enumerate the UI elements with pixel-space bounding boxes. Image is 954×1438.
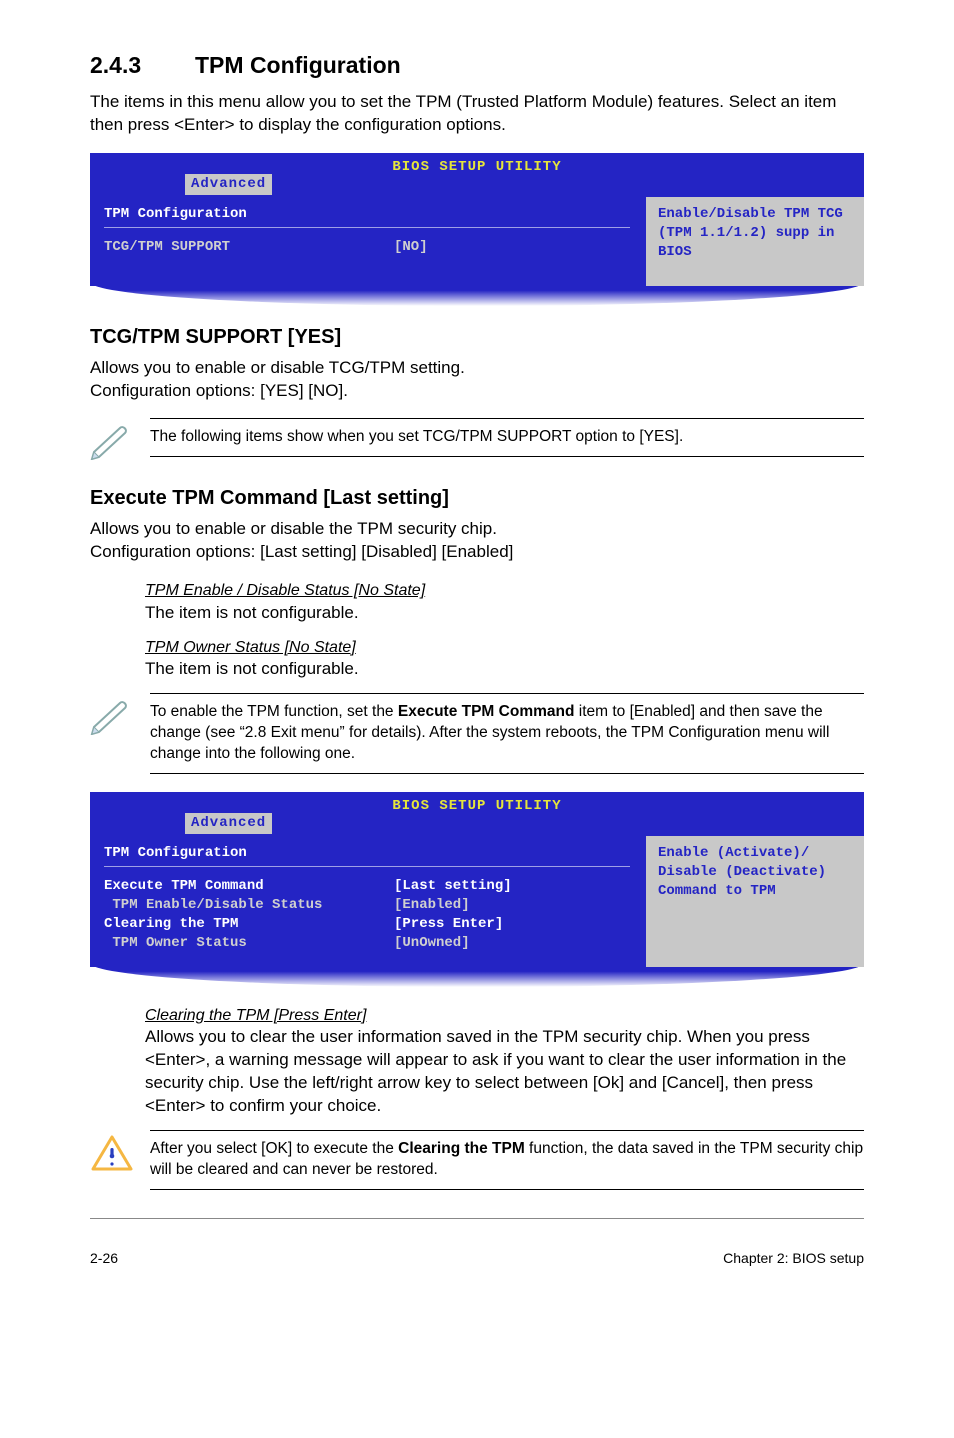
sub1-title: TPM Enable / Disable Status [No State]	[145, 580, 864, 602]
tcg-line2: Configuration options: [YES] [NO].	[90, 380, 864, 403]
page-footer: 2-26 Chapter 2: BIOS setup	[90, 1243, 864, 1268]
section-number: 2.4.3	[90, 50, 195, 81]
tcg-heading: TCG/TPM SUPPORT [YES]	[90, 324, 864, 351]
divider	[104, 227, 630, 228]
bios-body: TPM Configuration TCG/TPM SUPPORT [NO] E…	[90, 197, 864, 286]
exec-line1: Allows you to enable or disable the TPM …	[90, 518, 864, 541]
bios-item-label: Clearing the TPM	[104, 915, 394, 934]
bios-row: TCG/TPM SUPPORT [NO]	[104, 238, 630, 257]
tcg-line1: Allows you to enable or disable TCG/TPM …	[90, 357, 864, 380]
bios-item-value: [Press Enter]	[394, 915, 503, 934]
bios-row: TPM Owner Status [UnOwned]	[104, 934, 630, 953]
pencil-icon	[90, 418, 150, 467]
sub2-body: The item is not configurable.	[145, 658, 864, 681]
bios-panel-2: BIOS SETUP UTILITY Advanced TPM Configur…	[90, 792, 864, 986]
clearing-title: Clearing the TPM [Press Enter]	[145, 1005, 864, 1027]
bios-item-label: TPM Enable/Disable Status	[104, 896, 394, 915]
sub2-title: TPM Owner Status [No State]	[145, 637, 864, 659]
clearing-body: Allows you to clear the user information…	[145, 1026, 864, 1118]
pencil-icon	[90, 693, 150, 742]
bios-panel-1: BIOS SETUP UTILITY Advanced TPM Configur…	[90, 153, 864, 306]
clearing-block: Clearing the TPM [Press Enter] Allows yo…	[145, 1005, 864, 1118]
bios-left-pane: TPM Configuration TCG/TPM SUPPORT [NO]	[90, 197, 644, 286]
section-title-text: TPM Configuration	[195, 52, 401, 78]
note-text: The following items show when you set TC…	[150, 418, 864, 457]
bios-left-pane: TPM Configuration Execute TPM Command [L…	[90, 836, 644, 966]
bios-header: BIOS SETUP UTILITY Advanced	[90, 153, 864, 197]
intro-text: The items in this menu allow you to set …	[90, 91, 864, 137]
note-box-1: The following items show when you set TC…	[90, 418, 864, 467]
bios-item-label: TPM Owner Status	[104, 934, 394, 953]
bios-item-value: [Last setting]	[394, 877, 512, 896]
bios-item-label: TCG/TPM SUPPORT	[104, 238, 394, 257]
note-box-3: After you select [OK] to execute the Cle…	[90, 1130, 864, 1190]
bios-row: Execute TPM Command [Last setting]	[104, 877, 630, 896]
page-number: 2-26	[90, 1249, 118, 1268]
note3-bold: Clearing the TPM	[398, 1140, 525, 1157]
bios-config-title: TPM Configuration	[104, 844, 630, 863]
note-box-2: To enable the TPM function, set the Exec…	[90, 693, 864, 774]
bios-item-value: [UnOwned]	[394, 934, 470, 953]
sub-item-1: TPM Enable / Disable Status [No State] T…	[145, 580, 864, 625]
bios-tab-advanced: Advanced	[185, 813, 272, 834]
section-heading: 2.4.3TPM Configuration	[90, 50, 864, 81]
bios-item-value: [NO]	[394, 238, 428, 257]
footer-divider	[90, 1218, 864, 1219]
note-text: After you select [OK] to execute the Cle…	[150, 1130, 864, 1190]
chapter-label: Chapter 2: BIOS setup	[723, 1249, 864, 1268]
bios-item-label: Execute TPM Command	[104, 877, 394, 896]
sub1-body: The item is not configurable.	[145, 602, 864, 625]
warning-icon	[90, 1130, 150, 1179]
divider	[104, 866, 630, 867]
sub-item-2: TPM Owner Status [No State] The item is …	[145, 637, 864, 682]
bios-help-pane: Enable/Disable TPM TCG (TPM 1.1/1.2) sup…	[644, 197, 864, 286]
note-text: To enable the TPM function, set the Exec…	[150, 693, 864, 774]
note3-part-a: After you select [OK] to execute the	[150, 1140, 398, 1157]
note2-part-a: To enable the TPM function, set the	[150, 703, 398, 720]
bios-row: TPM Enable/Disable Status [Enabled]	[104, 896, 630, 915]
bios-help-pane: Enable (Activate)/ Disable (Deactivate) …	[644, 836, 864, 966]
exec-heading: Execute TPM Command [Last setting]	[90, 485, 864, 512]
bios-row: Clearing the TPM [Press Enter]	[104, 915, 630, 934]
bios-body: TPM Configuration Execute TPM Command [L…	[90, 836, 864, 966]
bios-config-title: TPM Configuration	[104, 205, 630, 224]
bios-header: BIOS SETUP UTILITY Advanced	[90, 792, 864, 836]
bios-tab-advanced: Advanced	[185, 174, 272, 195]
note2-bold: Execute TPM Command	[398, 703, 575, 720]
exec-line2: Configuration options: [Last setting] [D…	[90, 541, 864, 564]
bios-item-value: [Enabled]	[394, 896, 470, 915]
